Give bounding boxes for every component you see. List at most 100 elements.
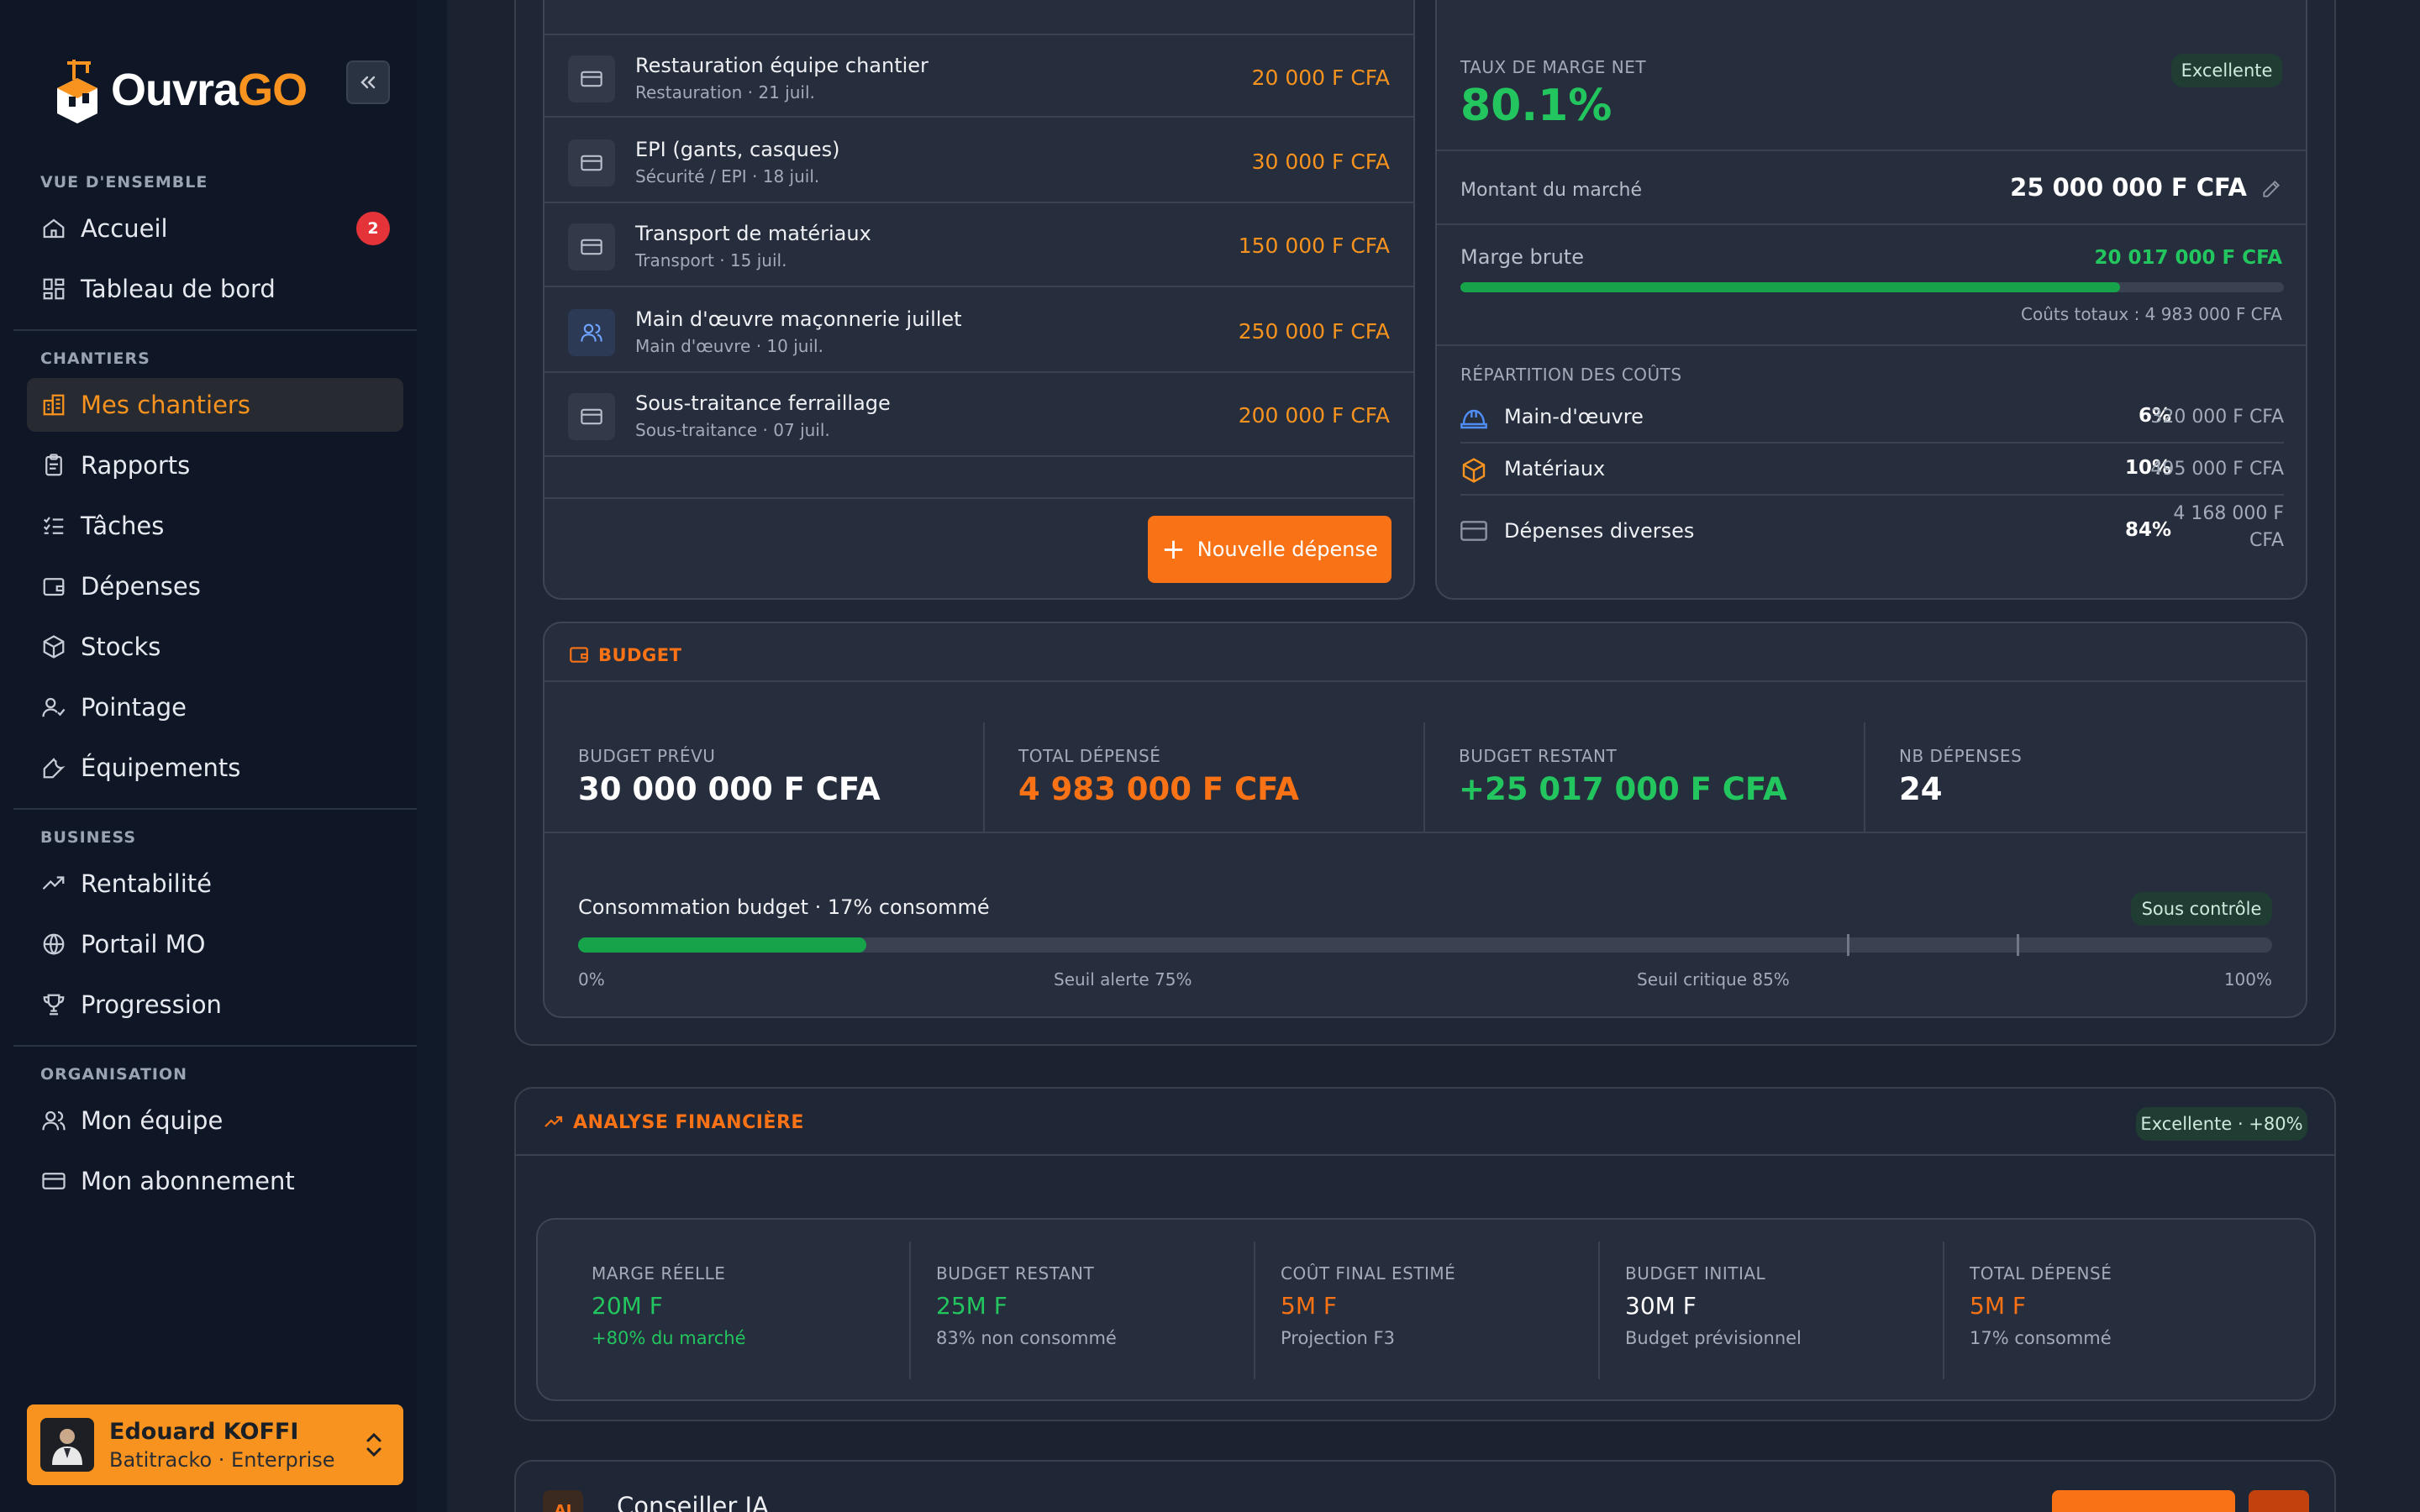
sidebar-item-label: Mon abonnement [81, 1167, 295, 1195]
financial-metric: TOTAL DÉPENSÉ 5M F 17% consommé [1970, 1263, 2112, 1348]
card-icon [568, 139, 615, 186]
sidebar-item-mon-equipe[interactable]: Mon équipe [27, 1094, 403, 1147]
brand-name-part1: Ouvra [111, 65, 239, 115]
list-item[interactable]: EPI (gants, casques) Sécurité / EPI · 18… [544, 119, 1413, 203]
metric-label: MARGE RÉELLE [592, 1263, 726, 1284]
cost-breakdown-row: Matériaux 10% 495 000 F CFA [1460, 444, 2284, 496]
net-margin-label: TAUX DE MARGE NET [1460, 57, 1647, 77]
plus-icon: + [1161, 533, 1186, 566]
expense-amount: 200 000 F CFA [1238, 403, 1390, 428]
ai-advisor-title: Conseiller IA [617, 1492, 769, 1512]
list-item[interactable]: Sous-traitance ferraillage Sous-traitanc… [544, 373, 1413, 457]
expense-amount: 150 000 F CFA [1238, 234, 1390, 258]
alert-threshold-label: Seuil alerte 75% [1054, 969, 1192, 990]
logo-icon [57, 60, 97, 123]
sidebar-item-label: Dépenses [81, 572, 201, 601]
expense-amount: 30 000 F CFA [1251, 150, 1390, 174]
sidebar-item-equipements[interactable]: Équipements [27, 741, 403, 795]
expense-meta: Restauration · 21 juil. [635, 82, 815, 102]
expense-title: EPI (gants, casques) [635, 138, 840, 161]
margin-panel: TAUX DE MARGE NET 80.1% Excellente Monta… [1435, 0, 2307, 600]
user-account-switcher[interactable]: Edouard KOFFI Batitracko · Enterprise [27, 1404, 403, 1485]
gross-margin-bar-fill [1460, 282, 2120, 292]
sidebar-item-label: Équipements [81, 753, 241, 782]
new-expense-button[interactable]: + Nouvelle dépense [1148, 516, 1392, 583]
cost-category-label: Main-d'œuvre [1504, 405, 1644, 428]
sidebar-item-rapports[interactable]: Rapports [27, 438, 403, 492]
sidebar-item-portail-mo[interactable]: Portail MO [27, 917, 403, 971]
budget-stat-value: +25 017 000 F CFA [1459, 771, 1787, 807]
section-title-business: BUSINESS [40, 828, 137, 847]
expense-meta: Sous-traitance · 07 juil. [635, 420, 830, 440]
expense-title: Transport de matériaux [635, 222, 871, 245]
sidebar: OuvraGO VUE D'ENSEMBLE Accueil 2 Tableau… [0, 0, 447, 1512]
metric-label: BUDGET INITIAL [1625, 1263, 1766, 1284]
budget-title: BUDGET [598, 645, 682, 665]
section-title-overview: VUE D'ENSEMBLE [40, 173, 208, 192]
budget-panel: BUDGET BUDGET PRÉVU 30 000 000 F CFA TOT… [543, 622, 2307, 1018]
metric-label: BUDGET RESTANT [936, 1263, 1095, 1284]
expense-title: Restauration équipe chantier [635, 54, 929, 77]
cost-category-amount-line1: 4 168 000 F [2173, 503, 2284, 524]
financial-metrics-card: MARGE RÉELLE 20M F +80% du marché BUDGET… [536, 1218, 2316, 1401]
cost-category-amount: 320 000 F CFA [2150, 407, 2284, 428]
sidebar-item-depenses[interactable]: Dépenses [27, 559, 403, 613]
cost-category-amount: 495 000 F CFA [2150, 459, 2284, 480]
gross-margin-label: Marge brute [1460, 245, 1584, 269]
ai-advisor-primary-button[interactable] [2052, 1490, 2235, 1512]
wallet-icon [27, 574, 81, 599]
financial-metric: BUDGET INITIAL 30M F Budget prévisionnel [1625, 1263, 1802, 1348]
helmet-icon [1460, 409, 1487, 429]
budget-stat-label: BUDGET PRÉVU [578, 746, 716, 766]
divider [1598, 1242, 1600, 1379]
list-item[interactable]: Transport de matériaux Transport · 15 ju… [544, 203, 1413, 287]
sidebar-item-accueil[interactable]: Accueil 2 [27, 202, 403, 255]
budget-stat: TOTAL DÉPENSÉ 4 983 000 F CFA [1018, 746, 1299, 807]
financial-metric: BUDGET RESTANT 25M F 83% non consommé [936, 1263, 1117, 1348]
sidebar-item-pointage[interactable]: Pointage [27, 680, 403, 734]
sidebar-item-mes-chantiers[interactable]: Mes chantiers [27, 378, 403, 432]
card-icon [1460, 521, 1487, 541]
financial-metric: COÛT FINAL ESTIMÉ 5M F Projection F3 [1281, 1263, 1455, 1348]
pencil-icon[interactable] [2260, 178, 2282, 200]
sidebar-item-tableau-de-bord[interactable]: Tableau de bord [27, 262, 403, 316]
sidebar-item-label: Accueil [81, 214, 168, 243]
globe-icon [27, 932, 81, 957]
user-plan: Batitracko · Enterprise [109, 1447, 335, 1472]
divider [1943, 1242, 1944, 1379]
sidebar-item-mon-abonnement[interactable]: Mon abonnement [27, 1154, 403, 1208]
sidebar-item-progression[interactable]: Progression [27, 978, 403, 1032]
status-badge: Sous contrôle [2131, 892, 2272, 926]
app-logo[interactable]: OuvraGO [50, 52, 308, 128]
trend-up-icon [544, 1116, 563, 1127]
alert-threshold-marker [1847, 934, 1849, 956]
sidebar-item-taches[interactable]: Tâches [27, 499, 403, 553]
status-badge: Excellente · +80% [2136, 1107, 2307, 1141]
wrench-icon [27, 755, 81, 780]
list-item[interactable]: Main d'œuvre maçonnerie juillet Main d'œ… [544, 289, 1413, 373]
expenses-list-panel: Restauration équipe chantier Restauratio… [543, 0, 1415, 600]
buildings-icon [27, 392, 81, 417]
expense-meta: Transport · 15 juil. [635, 250, 787, 270]
divider [1437, 223, 2306, 225]
ai-advisor-panel: AI Conseiller IA [514, 1460, 2336, 1512]
sidebar-item-label: Mes chantiers [81, 391, 250, 419]
box-icon [27, 634, 81, 659]
divider [1864, 722, 1865, 833]
sidebar-item-rentabilite[interactable]: Rentabilité [27, 857, 403, 911]
sidebar-item-stocks[interactable]: Stocks [27, 620, 403, 674]
financial-analysis-title: ANALYSE FINANCIÈRE [573, 1112, 804, 1133]
budget-consumption-bar [578, 934, 2272, 956]
critical-threshold-marker [2017, 934, 2019, 956]
ai-advisor-secondary-button[interactable] [2249, 1490, 2309, 1512]
list-item[interactable]: Restauration équipe chantier Restauratio… [544, 34, 1413, 118]
collapse-sidebar-button[interactable] [346, 60, 390, 104]
cost-breakdown-row: Main-d'œuvre 6% 320 000 F CFA [1460, 391, 2284, 444]
sidebar-item-label: Stocks [81, 633, 161, 661]
status-badge: Excellente [2171, 54, 2282, 87]
trend-up-icon [27, 871, 81, 896]
notification-badge: 2 [356, 212, 390, 245]
budget-stat-value: 24 [1899, 771, 1943, 807]
budget-stat-value: 30 000 000 F CFA [578, 771, 881, 807]
sidebar-item-label: Mon équipe [81, 1106, 224, 1135]
